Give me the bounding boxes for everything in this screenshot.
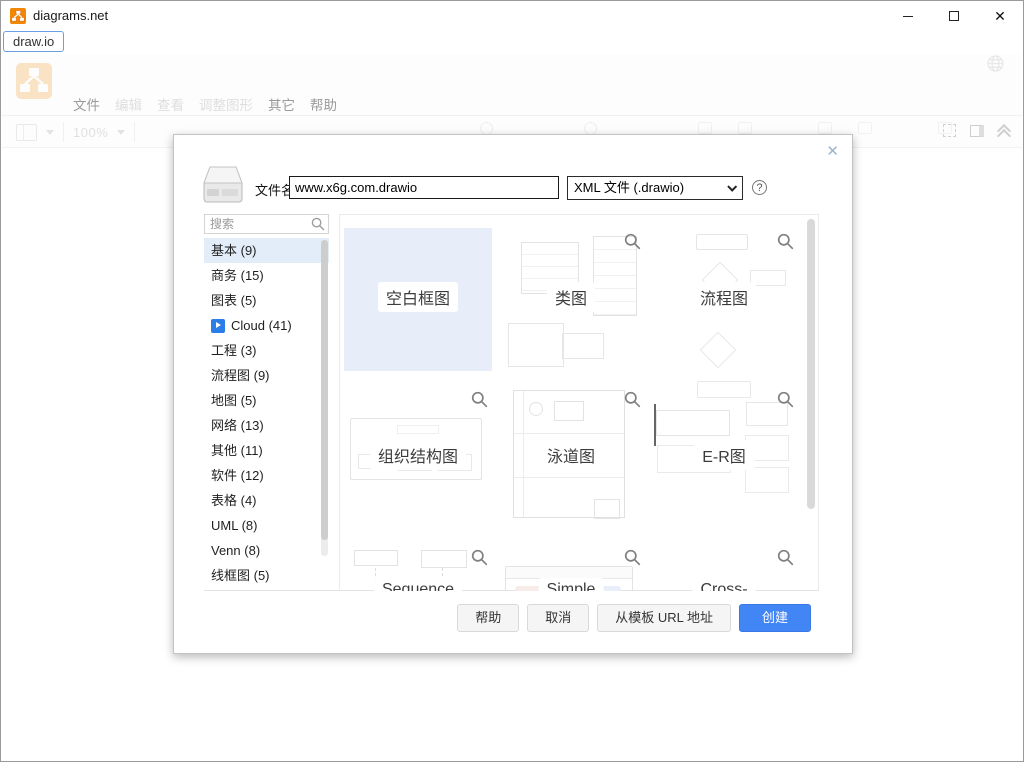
format-select[interactable]: XML 文件 (.drawio) [567,176,743,200]
menu-item[interactable]: 帮助 [310,94,337,114]
drawio-logo-large-icon [16,63,52,99]
template-scrollbar [807,217,815,589]
help-button[interactable]: 帮助 [457,604,519,632]
template-label: 类图 [547,282,595,312]
menu-item[interactable]: 文件 [73,94,100,114]
template-label: 空白框图 [378,282,458,312]
menu-item[interactable]: 调整图形 [199,94,253,114]
format-panel-icon[interactable] [970,125,984,137]
redo-icon[interactable] [738,122,752,134]
zoom-preview-icon[interactable] [471,549,488,566]
from-template-url-button[interactable]: 从模板 URL 地址 [597,604,731,632]
template-label: 泳道图 [539,440,603,470]
template-tile[interactable]: 泳道图 [497,386,645,529]
disk-drive-icon [200,165,246,208]
template-label: E-R图 [694,440,754,470]
menu-bar: 文件编辑查看调整图形其它帮助 [73,94,337,114]
format-selected-value: XML 文件 (.drawio) [574,180,684,195]
category-item[interactable]: UML (8) [204,513,329,538]
filename-input[interactable] [289,176,559,199]
template-tile[interactable]: 空白框图 [344,228,492,371]
category-item[interactable]: Venn (8) [204,538,329,563]
title-bar: diagrams.net ✕ [1,1,1023,31]
chevron-down-icon [46,130,54,135]
menu-item[interactable]: 编辑 [115,94,142,114]
collapse-toolbar-icon[interactable] [998,126,1010,136]
minimize-button[interactable] [885,1,931,31]
cancel-button[interactable]: 取消 [527,604,589,632]
zoom-preview-icon[interactable] [777,549,794,566]
drawio-logo-icon [10,8,26,24]
zoom-preview-icon[interactable] [471,391,488,408]
template-tile[interactable]: Simple [497,544,645,591]
dialog-body: 基本 (9) 商务 (15) 图表 (5) Cloud (41) [204,214,819,591]
template-label: Cross- [692,578,755,591]
app-window: diagrams.net ✕ draw.io 文件编辑查看调整图形其它帮助 10… [0,0,1024,762]
category-item[interactable]: 线框图 (5) [204,563,329,588]
category-item[interactable]: 其他 (11) [204,438,329,463]
category-panel: 基本 (9) 商务 (15) 图表 (5) Cloud (41) [204,214,329,590]
category-item[interactable]: 软件 (12) [204,463,329,488]
category-item[interactable]: 表格 (4) [204,488,329,513]
menu-bar-area: 文件编辑查看调整图形其它帮助 [2,54,1022,116]
cloud-play-icon [211,319,225,333]
category-item[interactable]: 网络 (13) [204,413,329,438]
category-item[interactable]: 商务 (15) [204,263,329,288]
template-label: Sequence [374,578,462,591]
maximize-button[interactable] [931,1,977,31]
new-file-dialog: ✕ 文件名: XML 文件 (.drawio) ? [173,134,853,654]
chevron-down-icon [117,130,125,135]
zoom-preview-icon[interactable] [624,233,641,250]
template-grid: 空白框图 类图 流程图 [339,214,819,591]
zoom-preview-icon[interactable] [777,391,794,408]
template-tile[interactable]: 类图 [497,228,645,371]
category-scrollbar [321,240,328,556]
template-tile[interactable]: Sequence [344,544,492,591]
page-view-icon[interactable] [16,124,37,141]
window-controls: ✕ [885,1,1023,31]
category-item[interactable]: 工程 (3) [204,338,329,363]
help-icon[interactable]: ? [752,180,767,195]
undo-icon[interactable] [698,122,712,134]
search-input[interactable] [205,215,328,233]
category-item[interactable]: 基本 (9) [204,238,329,263]
template-tile[interactable]: 组织结构图 [344,386,492,529]
zoom-preview-icon[interactable] [777,233,794,250]
template-tile[interactable]: E-R图 [650,386,798,529]
search-box [204,214,329,234]
delete-icon[interactable] [818,122,832,134]
template-tile[interactable]: 流程图 [650,228,798,371]
scrollbar-thumb[interactable] [807,219,815,509]
dialog-footer: 帮助 取消 从模板 URL 地址 创建 [174,604,811,632]
category-item[interactable]: 流程图 (9) [204,363,329,388]
globe-icon[interactable] [987,55,1004,72]
menu-item[interactable]: 查看 [157,94,184,114]
scrollbar-thumb[interactable] [321,240,328,540]
search-icon [311,217,325,236]
fill-color-icon[interactable] [858,122,872,134]
fullscreen-icon[interactable] [943,124,956,137]
zoom-preview-icon[interactable] [624,549,641,566]
chevron-down-icon [727,182,737,192]
category-item[interactable]: Cloud (41) [204,313,329,338]
category-list: 基本 (9) 商务 (15) 图表 (5) Cloud (41) [204,238,329,590]
template-label: 组织结构图 [370,440,466,470]
zoom-preview-icon[interactable] [624,391,641,408]
category-item[interactable]: 地图 (5) [204,388,329,413]
menu-item[interactable]: 其它 [268,94,295,114]
template-tile[interactable]: Cross- [650,544,798,591]
tab-drawio[interactable]: draw.io [3,31,64,52]
window-title: diagrams.net [33,8,108,23]
zoom-level[interactable]: 100% [73,125,108,140]
category-item[interactable]: 图表 (5) [204,288,329,313]
tab-bar: draw.io [1,31,1023,54]
template-label: Simple [539,578,604,591]
dialog-header: 文件名: XML 文件 (.drawio) ? [174,135,852,205]
create-button[interactable]: 创建 [739,604,811,632]
template-label: 流程图 [692,282,756,312]
close-window-button[interactable]: ✕ [977,1,1023,31]
